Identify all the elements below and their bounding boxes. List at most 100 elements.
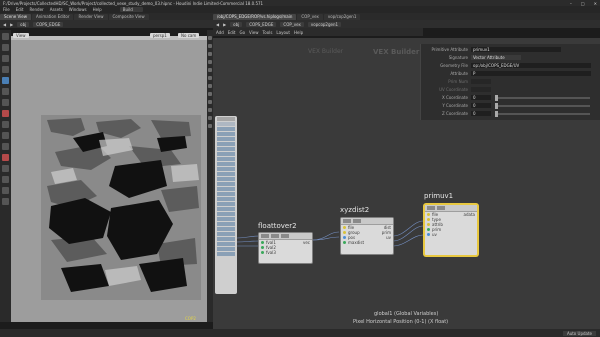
display-option-icon[interactable] [208, 44, 212, 48]
param-node-name[interactable]: primuv1 [471, 47, 561, 52]
display-option-icon[interactable] [208, 124, 212, 128]
port-icon[interactable] [343, 226, 346, 229]
select-tool-icon[interactable] [2, 33, 9, 40]
network-menu: Add Edit Go View Tools Layout Help [213, 28, 423, 36]
menu-assets[interactable]: Assets [50, 7, 63, 12]
back-icon[interactable]: ◀ [216, 22, 219, 27]
net-menu-go[interactable]: Go [240, 30, 246, 35]
display-option-icon[interactable] [208, 52, 212, 56]
floattover-node[interactable]: fval1 vec fval2 fval3 [258, 232, 313, 264]
port-icon[interactable] [343, 236, 346, 239]
param-label-signature: Signature [448, 55, 468, 60]
path-node[interactable]: COPS_EDGE [33, 21, 64, 27]
auto-update-button[interactable]: Auto Update [562, 330, 596, 336]
net-menu-view[interactable]: View [249, 30, 259, 35]
left-tool-shelf [0, 30, 11, 322]
path-obj[interactable]: obj [230, 21, 243, 27]
snap-tool-icon[interactable] [2, 110, 9, 117]
pose-tool-icon[interactable] [2, 77, 9, 84]
menu-windows[interactable]: Windows [69, 7, 87, 12]
primuv-node[interactable]: file adata type attrib prim uv [424, 204, 478, 256]
param-signature-select[interactable]: Vector Attribute [471, 55, 521, 60]
param-y-slider[interactable] [495, 102, 590, 109]
display-option-icon[interactable] [208, 36, 212, 40]
display-option-icon[interactable] [208, 60, 212, 64]
display-option-icon[interactable] [208, 100, 212, 104]
param-uv[interactable] [471, 87, 491, 92]
port-icon[interactable] [427, 233, 430, 236]
port-icon[interactable] [427, 223, 430, 226]
grid-tool-icon[interactable] [2, 198, 9, 205]
port-icon[interactable] [343, 231, 346, 234]
port-icon[interactable] [261, 246, 264, 249]
net-menu-add[interactable]: Add [216, 30, 224, 35]
display-option-icon[interactable] [208, 68, 212, 72]
param-attribute[interactable]: P [471, 71, 591, 76]
menu-help[interactable]: Help [93, 7, 102, 12]
rotate-tool-icon[interactable] [2, 55, 9, 62]
net-menu-tools[interactable]: Tools [263, 30, 273, 35]
camera-badge[interactable]: No cam [178, 33, 200, 38]
menu-file[interactable]: File [3, 7, 10, 12]
param-geometry-file[interactable]: op:/obj/COPS_EDGE/UV [471, 63, 591, 68]
brush-tool-icon[interactable] [2, 88, 9, 95]
magnet-tool-icon[interactable] [2, 121, 9, 128]
view-badge-mid[interactable]: persp1 [150, 33, 170, 38]
param-node-type: Primitive Attribute [431, 47, 468, 52]
close-icon[interactable]: ✕ [594, 1, 597, 6]
port-icon[interactable] [427, 213, 430, 216]
xyzdist-node[interactable]: file dist group prim pos uv maxdist [340, 217, 394, 255]
desktop-select[interactable]: Build [119, 7, 143, 12]
display-option-icon[interactable] [208, 76, 212, 80]
menu-edit[interactable]: Edit [16, 7, 24, 12]
texture-tool-icon[interactable] [2, 187, 9, 194]
net-menu-help[interactable]: Help [294, 30, 303, 35]
path-obj[interactable]: obj [17, 21, 30, 27]
net-menu-layout[interactable]: Layout [276, 30, 290, 35]
camera-tool-icon[interactable] [2, 132, 9, 139]
display-option-icon[interactable] [208, 84, 212, 88]
display-option-icon[interactable] [208, 108, 212, 112]
param-x-slider[interactable] [495, 94, 590, 101]
scene-viewport[interactable] [11, 40, 207, 322]
param-label-y: Y Coordinate [442, 103, 468, 108]
port-icon[interactable] [261, 241, 264, 244]
display-option-icon[interactable] [208, 92, 212, 96]
network-bg-title: VEX Builder [373, 48, 420, 56]
view-tool-icon[interactable] [2, 99, 9, 106]
move-tool-icon[interactable] [2, 44, 9, 51]
param-primnum[interactable] [471, 79, 491, 84]
back-icon[interactable]: ◀ [3, 22, 6, 27]
path-vopcop2gen[interactable]: vopcop2gen1 [307, 21, 342, 27]
param-z-slider[interactable] [495, 110, 590, 117]
param-label-primnum: Prim Num [448, 79, 468, 84]
param-z[interactable]: 0 [471, 111, 491, 116]
path-cop-vex[interactable]: COP_vex [280, 21, 304, 27]
status-bar: Auto Update [0, 329, 600, 337]
param-label-z: Z Coordinate [442, 111, 468, 116]
display-option-icon[interactable] [208, 116, 212, 120]
forward-icon[interactable]: ▶ [10, 22, 13, 27]
forward-icon[interactable]: ▶ [223, 22, 226, 27]
scale-tool-icon[interactable] [2, 66, 9, 73]
minimize-icon[interactable]: – [570, 1, 572, 6]
node-title-primuv: primuv1 [424, 192, 454, 200]
global-variables-node[interactable] [215, 116, 237, 294]
port-icon[interactable] [261, 251, 264, 254]
hover-info-port: Pixel Horizontal Position (0-1) (X float… [353, 319, 449, 325]
param-x[interactable]: 0 [471, 95, 491, 100]
light-tool-icon[interactable] [2, 143, 9, 150]
display-tool-icon[interactable] [2, 165, 9, 172]
port-icon[interactable] [343, 241, 346, 244]
left-tabstrip: Scene View Animation Editor Render View … [0, 13, 213, 20]
port-icon[interactable] [427, 218, 430, 221]
port-icon[interactable] [427, 228, 430, 231]
path-cops-edge[interactable]: COPS_EDGE [246, 21, 277, 27]
menu-render[interactable]: Render [29, 7, 43, 12]
render-tool-icon[interactable] [2, 154, 9, 161]
maximize-icon[interactable]: □ [581, 1, 585, 6]
left-path-bar: ◀ ▶ obj COPS_EDGE [0, 20, 213, 28]
net-menu-edit[interactable]: Edit [228, 30, 236, 35]
param-y[interactable]: 0 [471, 103, 491, 108]
shading-tool-icon[interactable] [2, 176, 9, 183]
